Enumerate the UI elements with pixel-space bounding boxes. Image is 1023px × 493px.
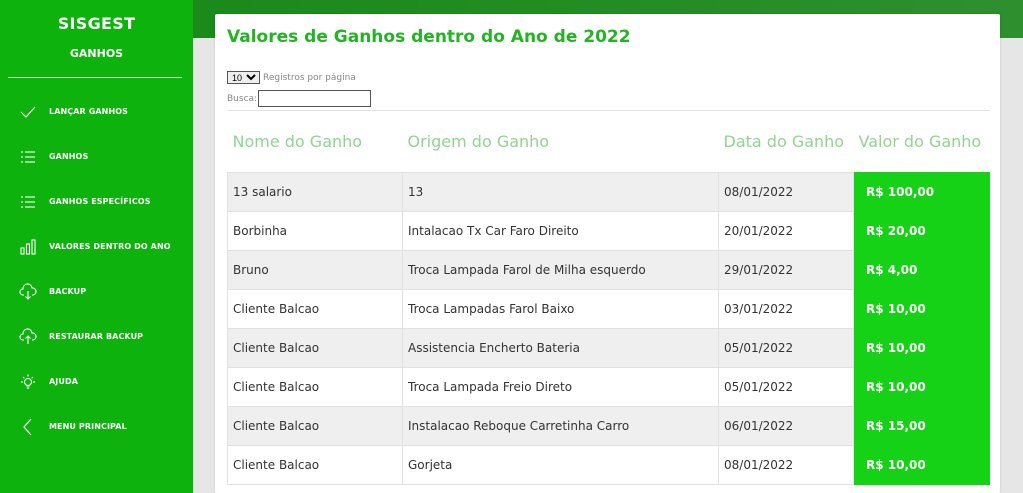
column-header-origem[interactable]: Origem do Ganho: [402, 110, 719, 173]
cell-origem: Troca Lampada Farol de Milha esquerdo: [402, 250, 719, 290]
search-input[interactable]: [258, 90, 372, 107]
list-icon: [18, 192, 38, 212]
search-label: Busca:: [227, 93, 258, 104]
cell-data: 05/01/2022: [718, 328, 854, 368]
cell-valor: R$ 100,00: [853, 172, 990, 212]
list-icon: [18, 147, 38, 167]
cell-data: 03/01/2022: [718, 289, 854, 329]
cell-nome: Borbinha: [227, 211, 403, 251]
cell-data: 08/01/2022: [718, 172, 854, 212]
cell-nome: 13 salario: [227, 172, 403, 212]
column-header-nome[interactable]: Nome do Ganho: [227, 110, 403, 173]
sidebar-item-menu-principal[interactable]: MENU PRINCIPAL: [0, 404, 193, 449]
cell-origem: Assistencia Encherto Bateria: [402, 328, 719, 368]
sidebar-item-restaurar-backup[interactable]: RESTAURAR BACKUP: [0, 314, 193, 359]
table-row: Bruno Troca Lampada Farol de Milha esque…: [227, 250, 990, 290]
brand-title: SISGEST: [57, 14, 136, 33]
content-card: Valores de Ganhos dentro do Ano de 2022 …: [215, 14, 1000, 493]
sidebar-item-ajuda[interactable]: AJUDA: [0, 359, 193, 404]
cloud-upload-icon: [18, 327, 38, 347]
cell-origem: 13: [402, 172, 719, 212]
table-row: 13 salario 13 08/01/2022 R$ 100,00: [227, 172, 990, 212]
page-length-select[interactable]: 10: [227, 71, 260, 84]
cell-nome: Cliente Balcao: [227, 289, 403, 329]
table-row: Cliente Balcao Gorjeta 08/01/2022 R$ 10,…: [227, 445, 990, 485]
sidebar: SISGEST GANHOS LANÇAR GANHOS GANHOS GANH…: [0, 0, 193, 493]
cell-valor: R$ 10,00: [853, 289, 990, 329]
sidebar-item-label: MENU PRINCIPAL: [49, 422, 127, 431]
sidebar-item-label: GANHOS ESPECÍFICOS: [49, 197, 151, 206]
cell-origem: Troca Lampadas Farol Baixo: [402, 289, 719, 329]
column-header-data[interactable]: Data do Ganho: [718, 110, 854, 173]
lightbulb-icon: [18, 372, 38, 392]
column-header-valor[interactable]: Valor do Ganho: [853, 110, 990, 173]
cell-valor: R$ 10,00: [853, 445, 990, 485]
bar-chart-icon: [18, 237, 38, 257]
sidebar-item-backup[interactable]: BACKUP: [0, 269, 193, 314]
sidebar-divider: [8, 77, 182, 78]
ganhos-table: Nome do Ganho Origem do Ganho Data do Ga…: [227, 110, 990, 485]
check-icon: [18, 102, 38, 122]
page-title: Valores de Ganhos dentro do Ano de 2022: [227, 27, 631, 47]
cell-nome: Cliente Balcao: [227, 445, 403, 485]
cell-data: 05/01/2022: [718, 367, 854, 407]
cell-valor: R$ 4,00: [853, 250, 990, 290]
cell-nome: Bruno: [227, 250, 403, 290]
cell-nome: Cliente Balcao: [227, 328, 403, 368]
sidebar-item-label: GANHOS: [49, 152, 89, 161]
sidebar-item-label: BACKUP: [49, 287, 87, 296]
cell-nome: Cliente Balcao: [227, 367, 403, 407]
sidebar-item-valores-dentro-do-ano[interactable]: VALORES DENTRO DO ANO: [0, 224, 193, 269]
cell-data: 06/01/2022: [718, 406, 854, 446]
cell-nome: Cliente Balcao: [227, 406, 403, 446]
cell-origem: Gorjeta: [402, 445, 719, 485]
cell-data: 08/01/2022: [718, 445, 854, 485]
cloud-download-icon: [18, 282, 38, 302]
cell-origem: Intalacao Tx Car Faro Direito: [402, 211, 719, 251]
cell-valor: R$ 10,00: [853, 367, 990, 407]
search-control: Busca:: [227, 90, 372, 107]
sidebar-item-label: VALORES DENTRO DO ANO: [49, 242, 171, 251]
cell-valor: R$ 20,00: [853, 211, 990, 251]
sidebar-item-label: LANÇAR GANHOS: [49, 107, 129, 116]
table-row: Cliente Balcao Instalacao Reboque Carret…: [227, 406, 990, 446]
sidebar-item-ganhos-especificos[interactable]: GANHOS ESPECÍFICOS: [0, 179, 193, 224]
cell-origem: Instalacao Reboque Carretinha Carro: [402, 406, 719, 446]
section-subtitle: GANHOS: [69, 47, 124, 60]
sidebar-item-lancar-ganhos[interactable]: LANÇAR GANHOS: [0, 89, 193, 134]
cell-origem: Troca Lampada Freio Direto: [402, 367, 719, 407]
table-header-row: Nome do Ganho Origem do Ganho Data do Ga…: [227, 110, 990, 173]
sidebar-item-ganhos[interactable]: GANHOS: [0, 134, 193, 179]
cell-valor: R$ 15,00: [853, 406, 990, 446]
table-row: Cliente Balcao Troca Lampadas Farol Baix…: [227, 289, 990, 329]
sidebar-item-label: RESTAURAR BACKUP: [49, 332, 144, 341]
sidebar-item-label: AJUDA: [49, 377, 78, 386]
table-row: Cliente Balcao Assistencia Encherto Bate…: [227, 328, 990, 368]
page-length-label: Registros por página: [263, 72, 356, 83]
sidebar-menu: LANÇAR GANHOS GANHOS GANHOS ESPECÍFICOS …: [0, 89, 193, 449]
table-row: Borbinha Intalacao Tx Car Faro Direito 2…: [227, 211, 990, 251]
table-row: Cliente Balcao Troca Lampada Freio Diret…: [227, 367, 990, 407]
cell-data: 20/01/2022: [718, 211, 854, 251]
chevron-left-icon: [18, 417, 38, 437]
cell-valor: R$ 10,00: [853, 328, 990, 368]
page-length-control: 10 Registros por página: [227, 71, 356, 84]
cell-data: 29/01/2022: [718, 250, 854, 290]
